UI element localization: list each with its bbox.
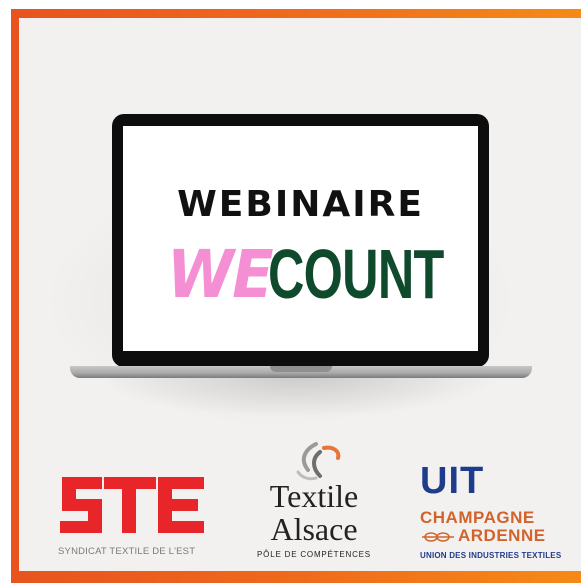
uit-thread-icon: [422, 532, 454, 542]
webinar-title: WEBINAIRE: [177, 184, 424, 225]
laptop-display: WEBINAIRE WE COUNT: [123, 126, 478, 351]
uit-region-line2: ARDENNE: [458, 526, 546, 545]
laptop-notch: [270, 366, 332, 372]
textile-alsace-tagline: PÔLE DE COMPÉTENCES: [257, 550, 371, 559]
uit-tagline: UNION DES INDUSTRIES TEXTILES: [420, 551, 562, 560]
uit-region-line1: CHAMPAGNE: [420, 508, 535, 527]
wecount-logo-we: WE: [167, 236, 274, 313]
uit-acronym: UIT: [420, 460, 485, 502]
laptop-shadow: [100, 378, 500, 418]
ste-logo: [60, 477, 204, 533]
textile-alsace-name-line1: Textile: [269, 478, 359, 514]
textile-alsace-name-line2: Alsace: [270, 511, 358, 547]
ste-tagline: SYNDICAT TEXTILE DE L'EST: [58, 546, 196, 557]
textile-alsace-swirl-icon: [296, 442, 341, 481]
wecount-logo-count: COUNT: [268, 235, 444, 313]
